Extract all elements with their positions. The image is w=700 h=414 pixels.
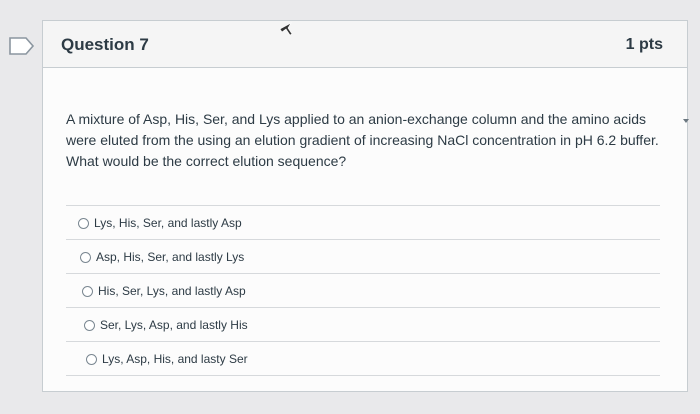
answer-label: Asp, His, Ser, and lastly Lys xyxy=(96,250,245,264)
radio-button[interactable] xyxy=(86,354,97,365)
question-header: Question 7 1 pts xyxy=(43,21,687,68)
answer-option[interactable]: Lys, His, Ser, and lastly Asp xyxy=(66,205,660,239)
answer-option[interactable]: Asp, His, Ser, and lastly Lys xyxy=(66,239,660,273)
answer-label: Ser, Lys, Asp, and lastly His xyxy=(100,318,248,332)
answer-option[interactable]: His, Ser, Lys, and lastly Asp xyxy=(66,273,660,307)
answer-label: Lys, His, Ser, and lastly Asp xyxy=(94,216,242,230)
question-text: A mixture of Asp, His, Ser, and Lys appl… xyxy=(66,111,659,169)
answer-option[interactable]: Ser, Lys, Asp, and lastly His xyxy=(66,307,660,341)
answer-label: Lys, Asp, His, and lasty Ser xyxy=(102,352,248,366)
answer-label: His, Ser, Lys, and lastly Asp xyxy=(98,284,246,298)
question-points: 1 pts xyxy=(625,36,663,53)
question-title: Question 7 xyxy=(61,35,149,54)
radio-button[interactable] xyxy=(82,286,93,297)
radio-button[interactable] xyxy=(78,218,89,229)
scroll-indicator-icon[interactable] xyxy=(683,118,689,124)
answer-list: Lys, His, Ser, and lastly Asp Asp, His, … xyxy=(66,205,660,376)
mouse-pointer-icon xyxy=(279,22,293,36)
bookmark-flag-icon[interactable] xyxy=(8,36,36,56)
answer-option[interactable]: Lys, Asp, His, and lasty Ser xyxy=(66,341,660,376)
radio-button[interactable] xyxy=(80,252,91,263)
radio-button[interactable] xyxy=(84,320,95,331)
